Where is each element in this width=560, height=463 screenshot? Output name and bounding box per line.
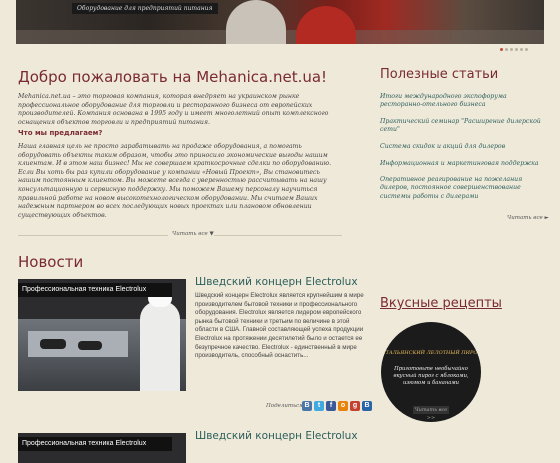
- news-image[interactable]: Профессиональная техника Electrolux: [18, 279, 186, 391]
- chef-figure: [140, 301, 180, 391]
- slider-dot[interactable]: [525, 48, 528, 51]
- article-link-2[interactable]: Система скидок и акций для дилеров: [380, 143, 548, 151]
- share-label: Поделиться:: [266, 403, 305, 409]
- articles-read-all-link[interactable]: Читать все ►: [507, 215, 549, 221]
- news-image-label: Профессиональная техника Electrolux: [18, 283, 172, 297]
- share-twitter-icon[interactable]: t: [314, 401, 324, 411]
- welcome-title: Добро пожаловать на Mehanica.net.ua!: [18, 68, 328, 86]
- news-body: Шведский концерн Electrolux является кру…: [195, 292, 364, 360]
- news-image-label: Профессиональная техника Electrolux: [18, 437, 172, 451]
- banner-caption: Оборудование для предприятий питания: [72, 3, 218, 14]
- slider-dot[interactable]: [505, 48, 508, 51]
- welcome-intro: Mehanica.net.ua – это торговая компания,…: [18, 93, 329, 126]
- news-headline[interactable]: Шведский концерн Electrolux: [195, 430, 358, 442]
- slider-dot[interactable]: [510, 48, 513, 51]
- article-link-4[interactable]: Оперативное реагирование на пожелания ди…: [380, 176, 548, 201]
- hero-banner[interactable]: Оборудование для предприятий питания: [16, 0, 544, 44]
- share-mailru-icon[interactable]: В: [362, 401, 372, 411]
- news-image[interactable]: Профессиональная техника Electrolux: [18, 433, 186, 463]
- article-link-1[interactable]: Практический семинар "Расширение дилерск…: [380, 118, 548, 135]
- welcome-body: Наша главная цель не просто зарабатывать…: [18, 143, 332, 219]
- pan-shape: [40, 339, 66, 349]
- divider: [18, 235, 168, 236]
- article-link-3[interactable]: Информационная и маркетинговая поддержка: [380, 160, 548, 168]
- share-odnoklassniki-icon[interactable]: о: [338, 401, 348, 411]
- slider-dot[interactable]: [500, 48, 503, 51]
- recipe-card[interactable]: ИТАЛЬЯНСКИЙ ЛЕЛОТНЫЙ ПИРОГ Приготовьте н…: [381, 322, 481, 422]
- articles-title: Полезные статьи: [380, 67, 499, 82]
- news-headline[interactable]: Шведский концерн Electrolux: [195, 276, 358, 288]
- offer-subheading: Что мы предлагаем?: [18, 129, 103, 137]
- share-google-icon[interactable]: g: [350, 401, 360, 411]
- share-facebook-icon[interactable]: f: [326, 401, 336, 411]
- divider: [214, 235, 342, 236]
- slider-pagination[interactable]: [500, 48, 544, 54]
- slider-dot[interactable]: [520, 48, 523, 51]
- slider-dot[interactable]: [515, 48, 518, 51]
- welcome-read-all-link[interactable]: Читать все ▼: [172, 231, 214, 237]
- recipes-title-text: Вкусные рецепты: [380, 296, 502, 311]
- recipes-title[interactable]: Вкусные рецепты: [380, 296, 502, 311]
- article-link-0[interactable]: Итоги международного экспофорума рестора…: [380, 93, 548, 110]
- news-title: Новости: [18, 253, 84, 271]
- recipe-more-link[interactable]: Читать все >>: [413, 406, 449, 421]
- recipe-subtitle: ИТАЛЬЯНСКИЙ ЛЕЛОТНЫЙ ПИРОГ: [381, 350, 481, 356]
- recipe-description: Приготовьте необычайно вкусный пирог с я…: [393, 366, 469, 386]
- pan-shape: [78, 341, 102, 350]
- share-vk-icon[interactable]: В: [302, 401, 312, 411]
